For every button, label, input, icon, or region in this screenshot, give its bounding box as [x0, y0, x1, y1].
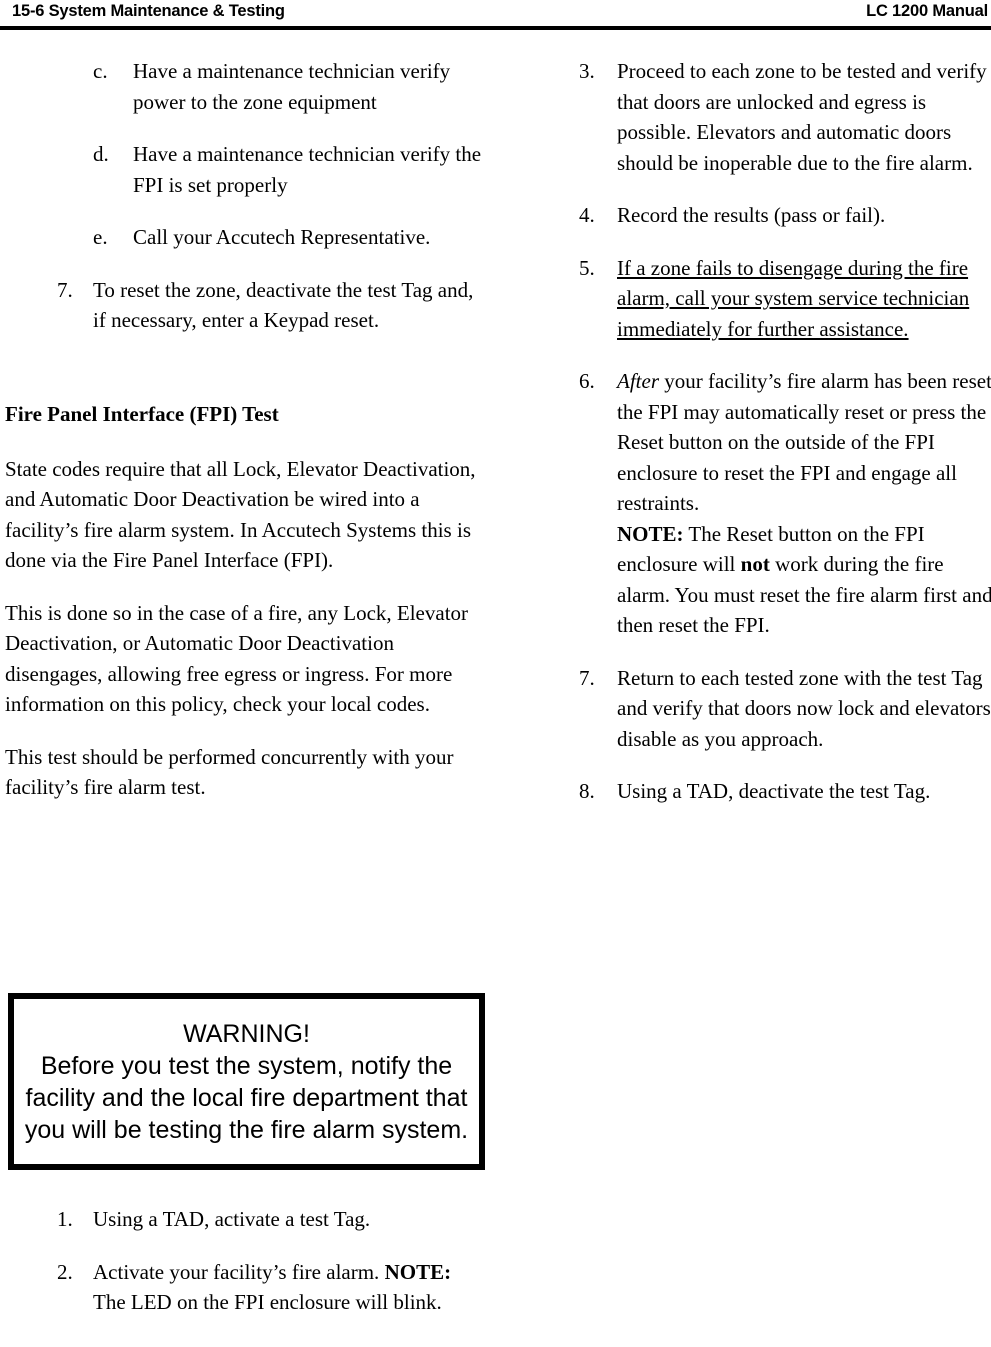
list-item: 5. If a zone fails to disengage during t… [515, 253, 991, 345]
list-item-text: Call your Accutech Representative. [133, 225, 431, 249]
list-item: 7. To reset the zone, deactivate the tes… [5, 275, 485, 336]
list-item-text: Have a maintenance technician verify the… [133, 142, 482, 197]
list-item-sentence: Activate your facility’s fire alarm. [93, 1259, 380, 1284]
list-item-text: If a zone fails to disengage during the … [617, 255, 970, 341]
list-marker: 1. [57, 1207, 73, 1231]
list-marker: 4. [579, 203, 595, 227]
note-label: NOTE: [384, 1259, 452, 1284]
list-item-text: To reset the zone, deactivate the test T… [93, 277, 474, 333]
paragraph: This is done so in the case of a fire, a… [5, 600, 469, 717]
note-emphasis: not [740, 552, 770, 576]
list-item-text: Have a maintenance technician verify pow… [133, 59, 451, 114]
list-item: 4. Record the results (pass or fail). [515, 200, 991, 231]
paragraph: This test should be performed concurrent… [5, 744, 454, 800]
list-item-text: Return to each tested zone with the test… [617, 665, 991, 751]
list-item-text: Proceed to each zone to be tested and ve… [617, 59, 987, 175]
page-header: 15-6 System Maintenance & Testing LC 120… [0, 0, 991, 30]
list-item-text: Record the results (pass or fail). [617, 203, 886, 227]
list-item: c. Have a maintenance technician verify … [5, 56, 485, 117]
list-item: 7. Return to each tested zone with the t… [515, 663, 991, 755]
list-item-text: Using a TAD, activate a test Tag. [93, 1207, 371, 1231]
list-marker: 6. [579, 369, 595, 393]
section-heading: Fire Panel Interface (FPI) Test [5, 401, 279, 426]
page-body: c. Have a maintenance technician verify … [0, 56, 991, 1347]
list-item: 8. Using a TAD, deactivate the test Tag. [515, 776, 991, 807]
header-section-title: 15-6 System Maintenance & Testing [12, 2, 285, 20]
list-item: 6. After your facility’s fire alarm has … [515, 366, 991, 641]
procedure-list: 1. Using a TAD, activate a test Tag. 2. … [5, 1204, 485, 1340]
list-item: d. Have a maintenance technician verify … [5, 139, 485, 200]
list-marker: 7. [579, 665, 595, 690]
list-marker: 3. [579, 59, 595, 83]
list-item-text: After your facility’s fire alarm has bee… [617, 366, 991, 641]
right-column: 3. Proceed to each zone to be tested and… [515, 56, 991, 1347]
list-item-sentence: your facility’s fire alarm has been rese… [617, 369, 991, 515]
list-marker: 7. [57, 277, 73, 302]
list-item: 3. Proceed to each zone to be tested and… [515, 56, 991, 178]
header-manual-title: LC 1200 Manual [866, 2, 988, 20]
warning-body: Before you test the system, notify the f… [24, 1051, 469, 1144]
list-marker: 5. [579, 255, 595, 280]
note-text: The LED on the FPI enclosure will blink. [93, 1290, 442, 1314]
note-label: NOTE: [617, 521, 684, 546]
left-column: c. Have a maintenance technician verify … [5, 56, 485, 1347]
list-marker: d. [93, 142, 109, 166]
list-marker: 8. [579, 779, 595, 803]
list-marker: 2. [57, 1259, 73, 1284]
paragraph: State codes require that all Lock, Eleva… [5, 456, 476, 573]
list-item-text: Using a TAD, deactivate the test Tag. [617, 779, 931, 803]
list-marker: e. [93, 225, 108, 249]
emphasis-word: After [617, 369, 659, 393]
warning-title: WARNING! [183, 1019, 310, 1048]
list-item-text: Activate your facility’s fire alarm. NOT… [93, 1257, 485, 1318]
warning-callout: WARNING! Before you test the system, not… [8, 993, 485, 1170]
list-item: e. Call your Accutech Representative. [5, 222, 485, 253]
list-marker: c. [93, 59, 108, 83]
list-item: 2. Activate your facility’s fire alarm. … [5, 1257, 485, 1318]
list-item: 1. Using a TAD, activate a test Tag. [5, 1204, 485, 1235]
